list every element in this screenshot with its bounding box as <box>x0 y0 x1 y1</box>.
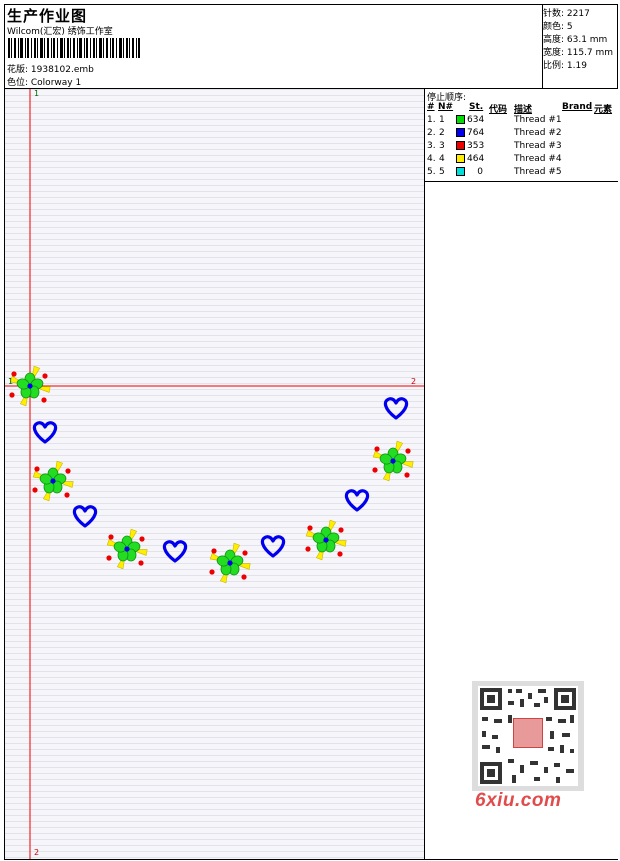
heart-motif-icon <box>383 397 409 420</box>
row-description: Thread #4 <box>514 154 562 164</box>
row-description: Thread #3 <box>514 141 562 151</box>
stat-width: 宽度: 115.7 mm <box>543 48 614 58</box>
heart-motif-icon <box>344 489 370 512</box>
row-stitches: 764 <box>467 128 485 138</box>
stat-stitches: 针数: 2217 <box>543 9 590 19</box>
sequence-row: 4. 4 464 Thread #4 <box>427 154 617 167</box>
sequence-row: 1. 1 634 Thread #1 <box>427 115 617 128</box>
col-header-n: N# <box>438 102 454 112</box>
row-description: Thread #2 <box>514 128 562 138</box>
row-needle: 4 <box>439 154 445 164</box>
guide-label-left: 1 <box>8 377 14 386</box>
design-file-label: 花版: 1938102.emb <box>7 65 94 75</box>
color-swatch <box>456 115 465 124</box>
row-number: 3. <box>427 141 436 151</box>
sequence-row: 5. 5 0 Thread #5 <box>427 167 617 180</box>
page-title: 生产作业图 <box>7 7 88 25</box>
colorway-label: 色位: Colorway 1 <box>7 78 82 88</box>
flower-motif-icon <box>105 528 148 570</box>
flower-motif-icon <box>31 460 74 502</box>
row-number: 5. <box>427 167 436 177</box>
qr-logo-icon <box>513 718 543 748</box>
flower-motif-icon <box>371 440 414 482</box>
row-number: 2. <box>427 128 436 138</box>
heart-motif-icon <box>162 540 188 563</box>
watermark-brand: 6xiu.com <box>475 790 562 811</box>
row-number: 4. <box>427 154 436 164</box>
embroidery-canvas <box>5 89 424 859</box>
heart-motif-icon <box>32 421 58 444</box>
row-number: 1. <box>427 115 436 125</box>
color-swatch <box>456 128 465 137</box>
heart-motif-icon <box>260 535 286 558</box>
row-needle: 3 <box>439 141 445 151</box>
guide-label-right: 2 <box>411 377 417 386</box>
sequence-row: 3. 3 353 Thread #3 <box>427 141 617 154</box>
sequence-row: 2. 2 764 Thread #2 <box>427 128 617 141</box>
sequence-divider <box>425 181 618 182</box>
col-header-stitches: St. <box>469 102 484 112</box>
color-swatch <box>456 167 465 176</box>
guide-label-top: 1 <box>34 89 40 98</box>
col-header-brand: Brand <box>562 102 593 112</box>
row-stitches: 634 <box>467 115 485 125</box>
row-description: Thread #5 <box>514 167 562 177</box>
row-description: Thread #1 <box>514 115 562 125</box>
heart-motif-icon <box>72 505 98 528</box>
company-name: Wilcom(汇宏) 绣饰工作室 <box>7 27 113 37</box>
col-header-desc: 描述 <box>514 105 533 115</box>
stat-colors: 颜色: 5 <box>543 22 573 32</box>
col-header-code: 代码 <box>489 105 508 115</box>
row-needle: 2 <box>439 128 445 138</box>
row-stitches: 0 <box>477 167 483 177</box>
col-header-num: # <box>427 102 435 112</box>
flower-motif-icon <box>304 519 347 561</box>
col-header-element: 元素 <box>594 105 613 115</box>
row-needle: 5 <box>439 167 445 177</box>
barcode-icon <box>8 38 140 58</box>
row-stitches: 464 <box>467 154 485 164</box>
row-stitches: 353 <box>467 141 485 151</box>
stat-scale: 比例: 1.19 <box>543 61 587 71</box>
row-needle: 1 <box>439 115 445 125</box>
color-swatch <box>456 154 465 163</box>
guide-label-bottom: 2 <box>34 848 40 857</box>
color-swatch <box>456 141 465 150</box>
stat-height: 高度: 63.1 mm <box>543 35 608 45</box>
flower-motif-icon <box>208 542 251 584</box>
design-preview: 1 2 1 2 <box>5 89 425 859</box>
